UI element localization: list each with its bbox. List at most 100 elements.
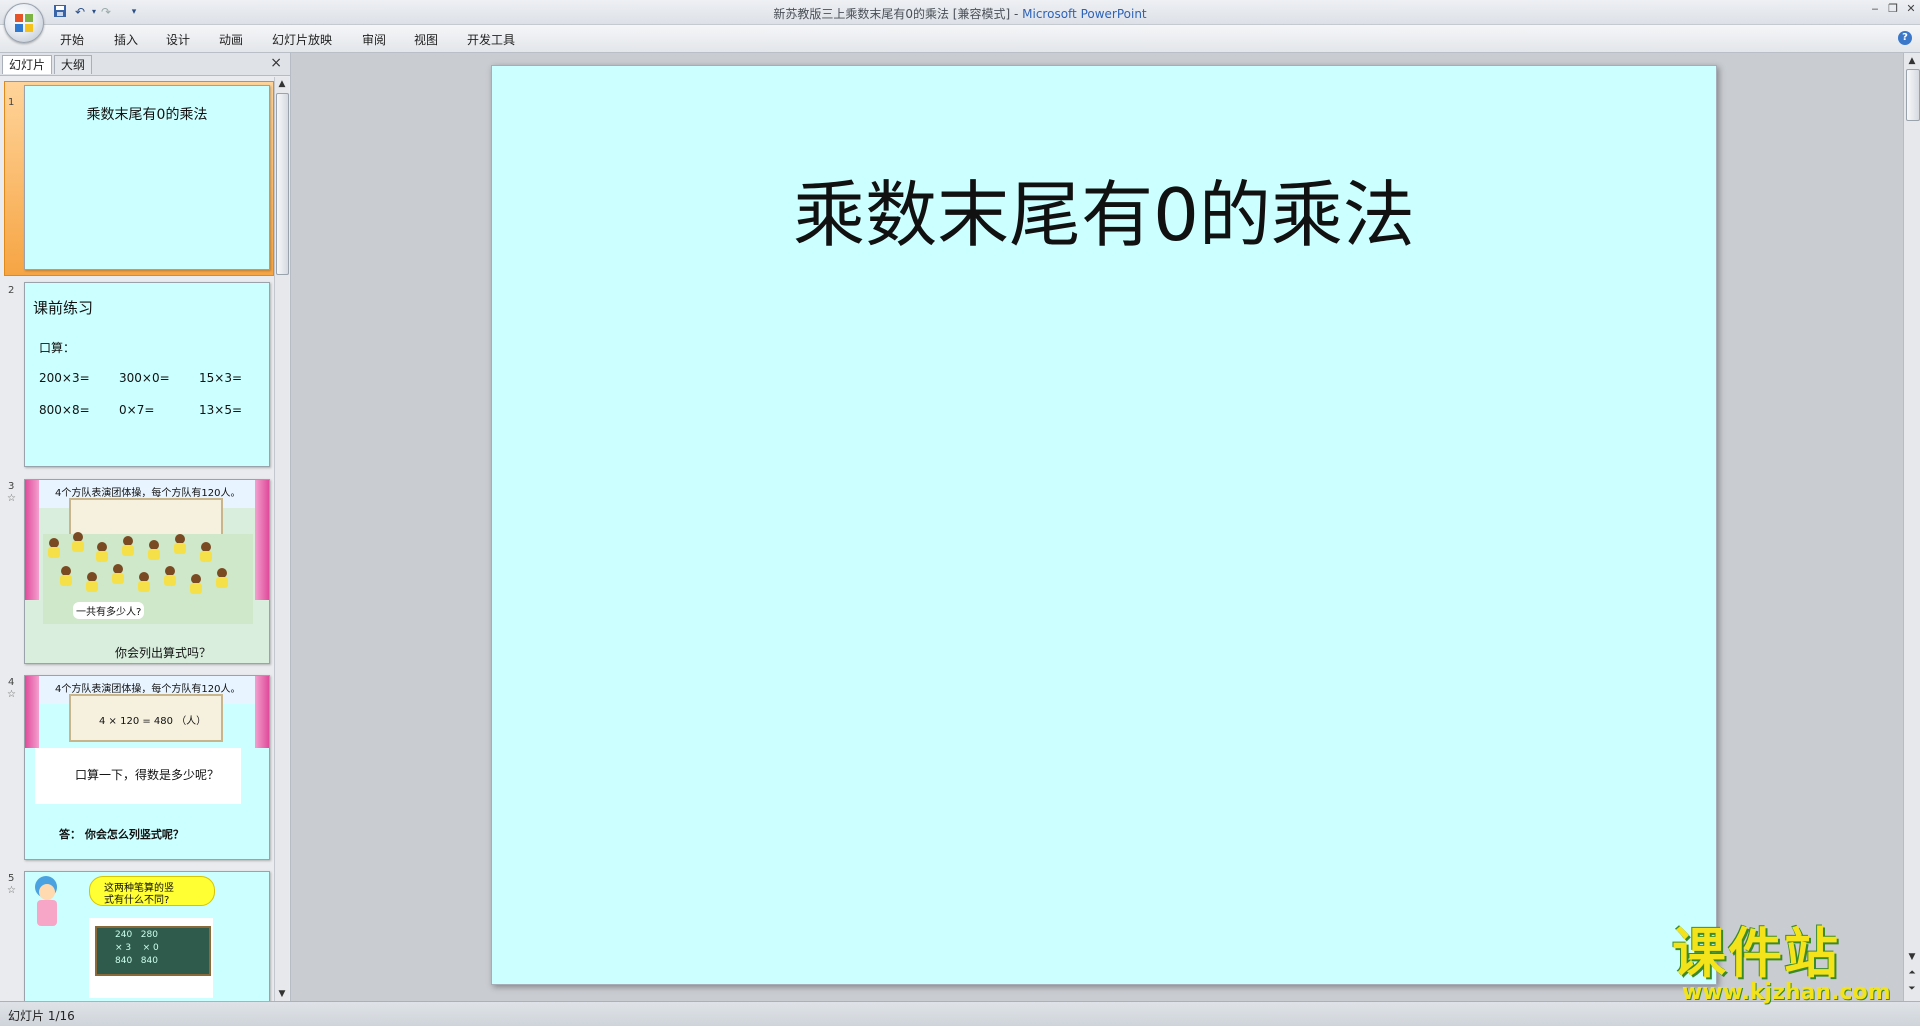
kid-figure [59,566,73,586]
slides-pane: 幻灯片 大纲 × 1 乘数末尾有0的乘法 2 课前练习 口算： 200×3= 3… [0,53,291,1001]
document-title: 新苏教版三上乘数末尾有0的乘法 [兼容模式] - [773,7,1023,21]
app-name: Microsoft PowerPoint [1022,7,1147,21]
kid-figure [189,574,203,594]
tab-view[interactable]: 视图 [414,31,438,48]
kid-figure [71,532,85,552]
title-bar: ↶ ▾ ↷ ▾ 新苏教版三上乘数末尾有0的乘法 [兼容模式] - Microso… [0,0,1920,43]
kid-figure [47,538,61,558]
slide-number: 1 [8,97,15,108]
tab-home[interactable]: 开始 [60,31,84,48]
thumb-cell: 13×5= [199,403,243,417]
scroll-up-icon[interactable]: ▲ [276,78,288,90]
bubble-line: 式有什么不同? [104,895,170,906]
speech-bubble: 这两种笔算的竖 式有什么不同? [89,876,215,906]
scroll-up-icon[interactable]: ▲ [1906,55,1918,67]
thumb-cell: 300×0= [119,371,170,385]
tab-outline[interactable]: 大纲 [54,55,93,74]
tab-review[interactable]: 审阅 [362,31,386,48]
kid-figure [199,542,213,562]
pane-scroll-thumb[interactable] [276,93,289,275]
kid-figure [173,534,187,554]
previous-slide-icon[interactable]: ⏶ [1906,967,1918,979]
window-title: 新苏教版三上乘数末尾有0的乘法 [兼容模式] - Microsoft Power… [0,5,1920,22]
tab-slideshow[interactable]: 幻灯片放映 [272,31,332,48]
kid-figure [147,540,161,560]
slide-thumbnail-5[interactable]: 这两种笔算的竖 式有什么不同? 240 280 × 3 × 0 840 840 [24,871,270,1001]
kid-figure [215,568,229,588]
scroll-down-icon[interactable]: ▼ [1906,951,1918,963]
editor-scrollbar[interactable]: ▲ ▼ ⏶ ⏷ [1903,53,1920,1001]
scene-caption: 4个方队表演团体操，每个方队有120人。 [55,488,241,499]
tab-slides[interactable]: 幻灯片 [2,55,53,74]
answer-text: 答： 你会怎么列竖式呢？ [59,828,184,841]
board-frame: 240 280 × 3 × 0 840 840 [89,918,213,998]
curtain-right [255,676,269,748]
thumb-cell: 200×3= [39,371,90,385]
kid-figure [85,572,99,592]
curtain-left [25,676,39,748]
pane-tabs: 幻灯片 大纲 × [0,53,290,76]
tab-animations[interactable]: 动画 [219,31,243,48]
blackboard [69,498,223,538]
close-pane-icon[interactable]: × [270,55,282,71]
animation-star-icon: ☆ [7,689,16,700]
thumb-title: 课前练习 [33,299,94,317]
status-bar: 幻灯片 1/16 [0,1001,1920,1026]
tab-design[interactable]: 设计 [166,31,190,48]
thumb-cell: 15×3= [199,371,243,385]
thumb-cell: 0×7= [119,403,155,417]
watermark-url: www.kjzhan.com [1682,980,1891,1005]
ribbon-tabs: 开始 插入 设计 动画 幻灯片放映 审阅 视图 开发工具 ? [0,25,1920,53]
animation-star-icon: ☆ [7,885,16,896]
watermark-logo: 课件站 www.kjzhan.com [1672,922,1904,1006]
pane-scrollbar[interactable]: ▲ ▼ [274,77,289,1001]
slide-title[interactable]: 乘数末尾有0的乘法 [492,156,1716,261]
thumb-subtitle: 口算： [39,341,76,355]
chalkboard: 240 280 × 3 × 0 840 840 [95,926,211,976]
slide-editor: 乘数末尾有0的乘法 [291,53,1903,1001]
scene-question: 你会列出算式吗？ [115,646,212,660]
close-window-icon[interactable]: ✕ [1902,2,1920,16]
slide-number: 4 [8,677,15,688]
office-logo-icon [15,14,33,32]
slide-counter: 幻灯片 1/16 [8,1009,75,1023]
minimize-icon[interactable]: ‒ [1866,2,1884,16]
board-line: 840 840 [115,956,158,966]
cartoon-character [31,876,63,930]
board-line: × 3 × 0 [115,943,159,953]
scroll-down-icon[interactable]: ▼ [276,988,288,1000]
tab-developer[interactable]: 开发工具 [467,31,515,48]
slide-number: 2 [8,285,15,296]
curtain-right [255,480,269,600]
slide-thumbnails: 1 乘数末尾有0的乘法 2 课前练习 口算： 200×3= 300×0= 15×… [0,77,274,1001]
curtain-left [25,480,39,600]
office-button[interactable] [4,3,44,43]
animation-star-icon: ☆ [7,493,16,504]
slide-number: 5 [8,873,15,884]
help-icon[interactable]: ? [1898,31,1912,45]
watermark-text: 课件站 [1672,922,1840,985]
speech-bubble: 一共有多少人? [73,602,145,619]
board-line: 240 280 [115,930,158,940]
current-slide[interactable]: 乘数末尾有0的乘法 [491,65,1717,985]
slide-thumbnail-1[interactable]: 乘数末尾有0的乘法 [24,85,270,270]
scene-caption: 4个方队表演团体操，每个方队有120人。 [55,684,241,695]
equation-text: 4 × 120 = 480 （人） [99,716,207,727]
kid-figure [121,536,135,556]
tab-insert[interactable]: 插入 [114,31,138,48]
editor-scroll-thumb[interactable] [1906,69,1920,121]
kid-figure [95,542,109,562]
kid-figure [163,566,177,586]
question-box: 口算一下，得数是多少呢？ [35,748,241,804]
kid-figure [111,564,125,584]
slide-thumbnail-2[interactable]: 课前练习 口算： 200×3= 300×0= 15×3= 800×8= 0×7=… [24,282,270,467]
slide-number: 3 [8,481,15,492]
kid-figure [137,572,151,592]
restore-icon[interactable]: ❐ [1884,2,1902,16]
slide-thumbnail-4[interactable]: 4个方队表演团体操，每个方队有120人。 4 × 120 = 480 （人） 口… [24,675,270,860]
question-text: 口算一下，得数是多少呢？ [75,768,220,782]
slide-thumbnail-3[interactable]: 4个方队表演团体操，每个方队有120人。 一共有多少人? 你会列出算式吗？ [24,479,270,664]
thumb-title: 乘数末尾有0的乘法 [86,107,208,123]
next-slide-icon[interactable]: ⏷ [1906,983,1918,995]
thumb-cell: 800×8= [39,403,90,417]
